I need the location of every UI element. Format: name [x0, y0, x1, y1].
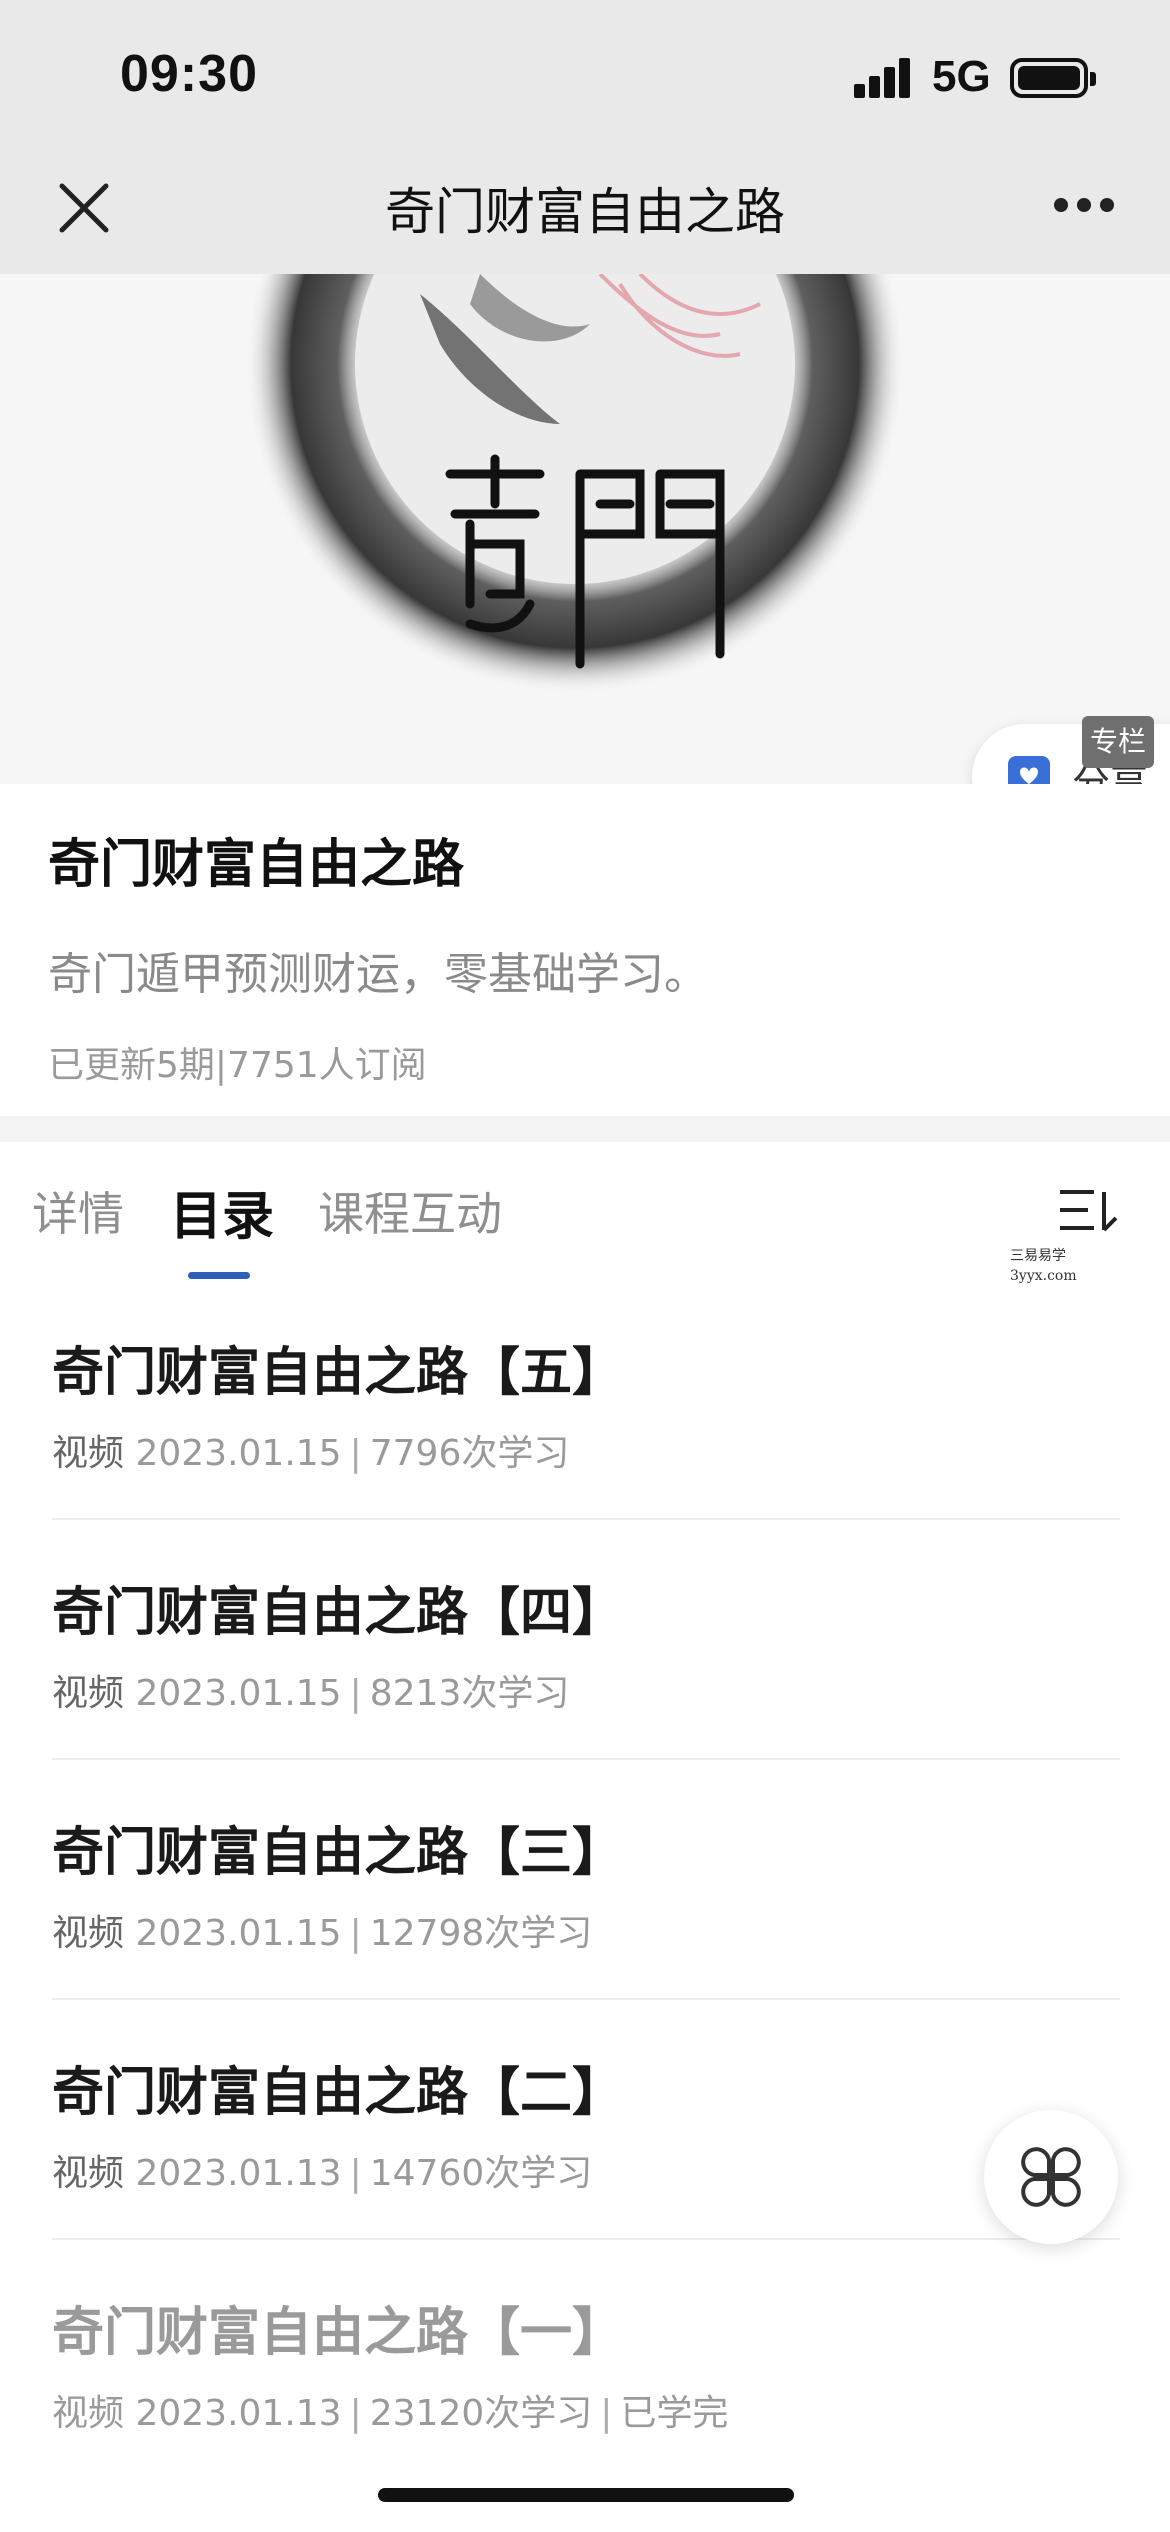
signal-icon: [854, 58, 910, 98]
active-tab-indicator: [188, 1272, 250, 1279]
top-header: 09:30 5G 奇门财富自由之路: [0, 0, 1170, 274]
course-description: 奇门遁甲预测财运，零基础学习。: [48, 949, 708, 1000]
course-meta: 已更新5期|7751人订阅: [48, 1045, 427, 1086]
episode-meta: 视频 2023.01.15 | 8213次学习: [52, 1673, 570, 1714]
episode-title: 奇门财富自由之路【二】: [52, 2063, 625, 2123]
episode-meta: 视频 2023.01.15 | 12798次学习: [52, 1913, 593, 1954]
episode-meta: 视频 2023.01.13 | 23120次学习 | 已学完: [52, 2393, 729, 2434]
page-title: 奇门财富自由之路: [385, 183, 785, 241]
sort-icon[interactable]: [1058, 1186, 1120, 1236]
section-divider: [0, 1116, 1170, 1142]
more-icon[interactable]: [1054, 198, 1114, 214]
clover-menu-icon: [1021, 2147, 1081, 2207]
course-title: 奇门财富自由之路: [48, 835, 465, 895]
status-time: 09:30: [120, 45, 258, 103]
episode-item[interactable]: 奇门财富自由之路【四】 视频 2023.01.15 | 8213次学习: [52, 1570, 1122, 1810]
episode-title: 奇门财富自由之路【五】: [52, 1343, 625, 1403]
tab-interaction[interactable]: 课程互动: [318, 1178, 502, 1244]
list-divider: [52, 1518, 1120, 1520]
watermark: 三易易学 3yyx.com: [1010, 1248, 1077, 1284]
floating-menu-button[interactable]: [984, 2110, 1118, 2244]
tab-bar: 详情 目录 课程互动 三易易学 3yyx.com: [0, 1142, 1170, 1292]
tab-catalog[interactable]: 目录: [170, 1174, 274, 1249]
episode-item[interactable]: 奇门财富自由之路【五】 视频 2023.01.15 | 7796次学习: [52, 1330, 1122, 1570]
list-divider: [52, 1758, 1120, 1760]
course-banner: 分享 专栏: [0, 274, 1170, 784]
tab-details[interactable]: 详情: [32, 1178, 124, 1244]
ink-circle-artwork: [245, 274, 905, 694]
episode-meta: 视频 2023.01.15 | 7796次学习: [52, 1433, 570, 1474]
episode-title: 奇门财富自由之路【一】: [52, 2303, 625, 2363]
list-divider: [52, 1998, 1120, 2000]
network-label: 5G: [932, 52, 991, 101]
episode-item[interactable]: 奇门财富自由之路【二】 视频 2023.01.13 | 14760次学习: [52, 2050, 1122, 2290]
episode-title: 奇门财富自由之路【四】: [52, 1583, 625, 1643]
favorite-icon: [1008, 756, 1050, 784]
episode-title: 奇门财富自由之路【三】: [52, 1823, 625, 1883]
column-badge: 专栏: [1082, 716, 1154, 768]
episode-item[interactable]: 奇门财富自由之路【三】 视频 2023.01.15 | 12798次学习: [52, 1810, 1122, 2050]
episode-meta: 视频 2023.01.13 | 14760次学习: [52, 2153, 593, 2194]
battery-icon: [1010, 58, 1096, 98]
home-indicator[interactable]: [378, 2488, 794, 2502]
list-divider: [52, 2238, 1120, 2240]
completed-status: 已学完: [620, 2393, 729, 2434]
